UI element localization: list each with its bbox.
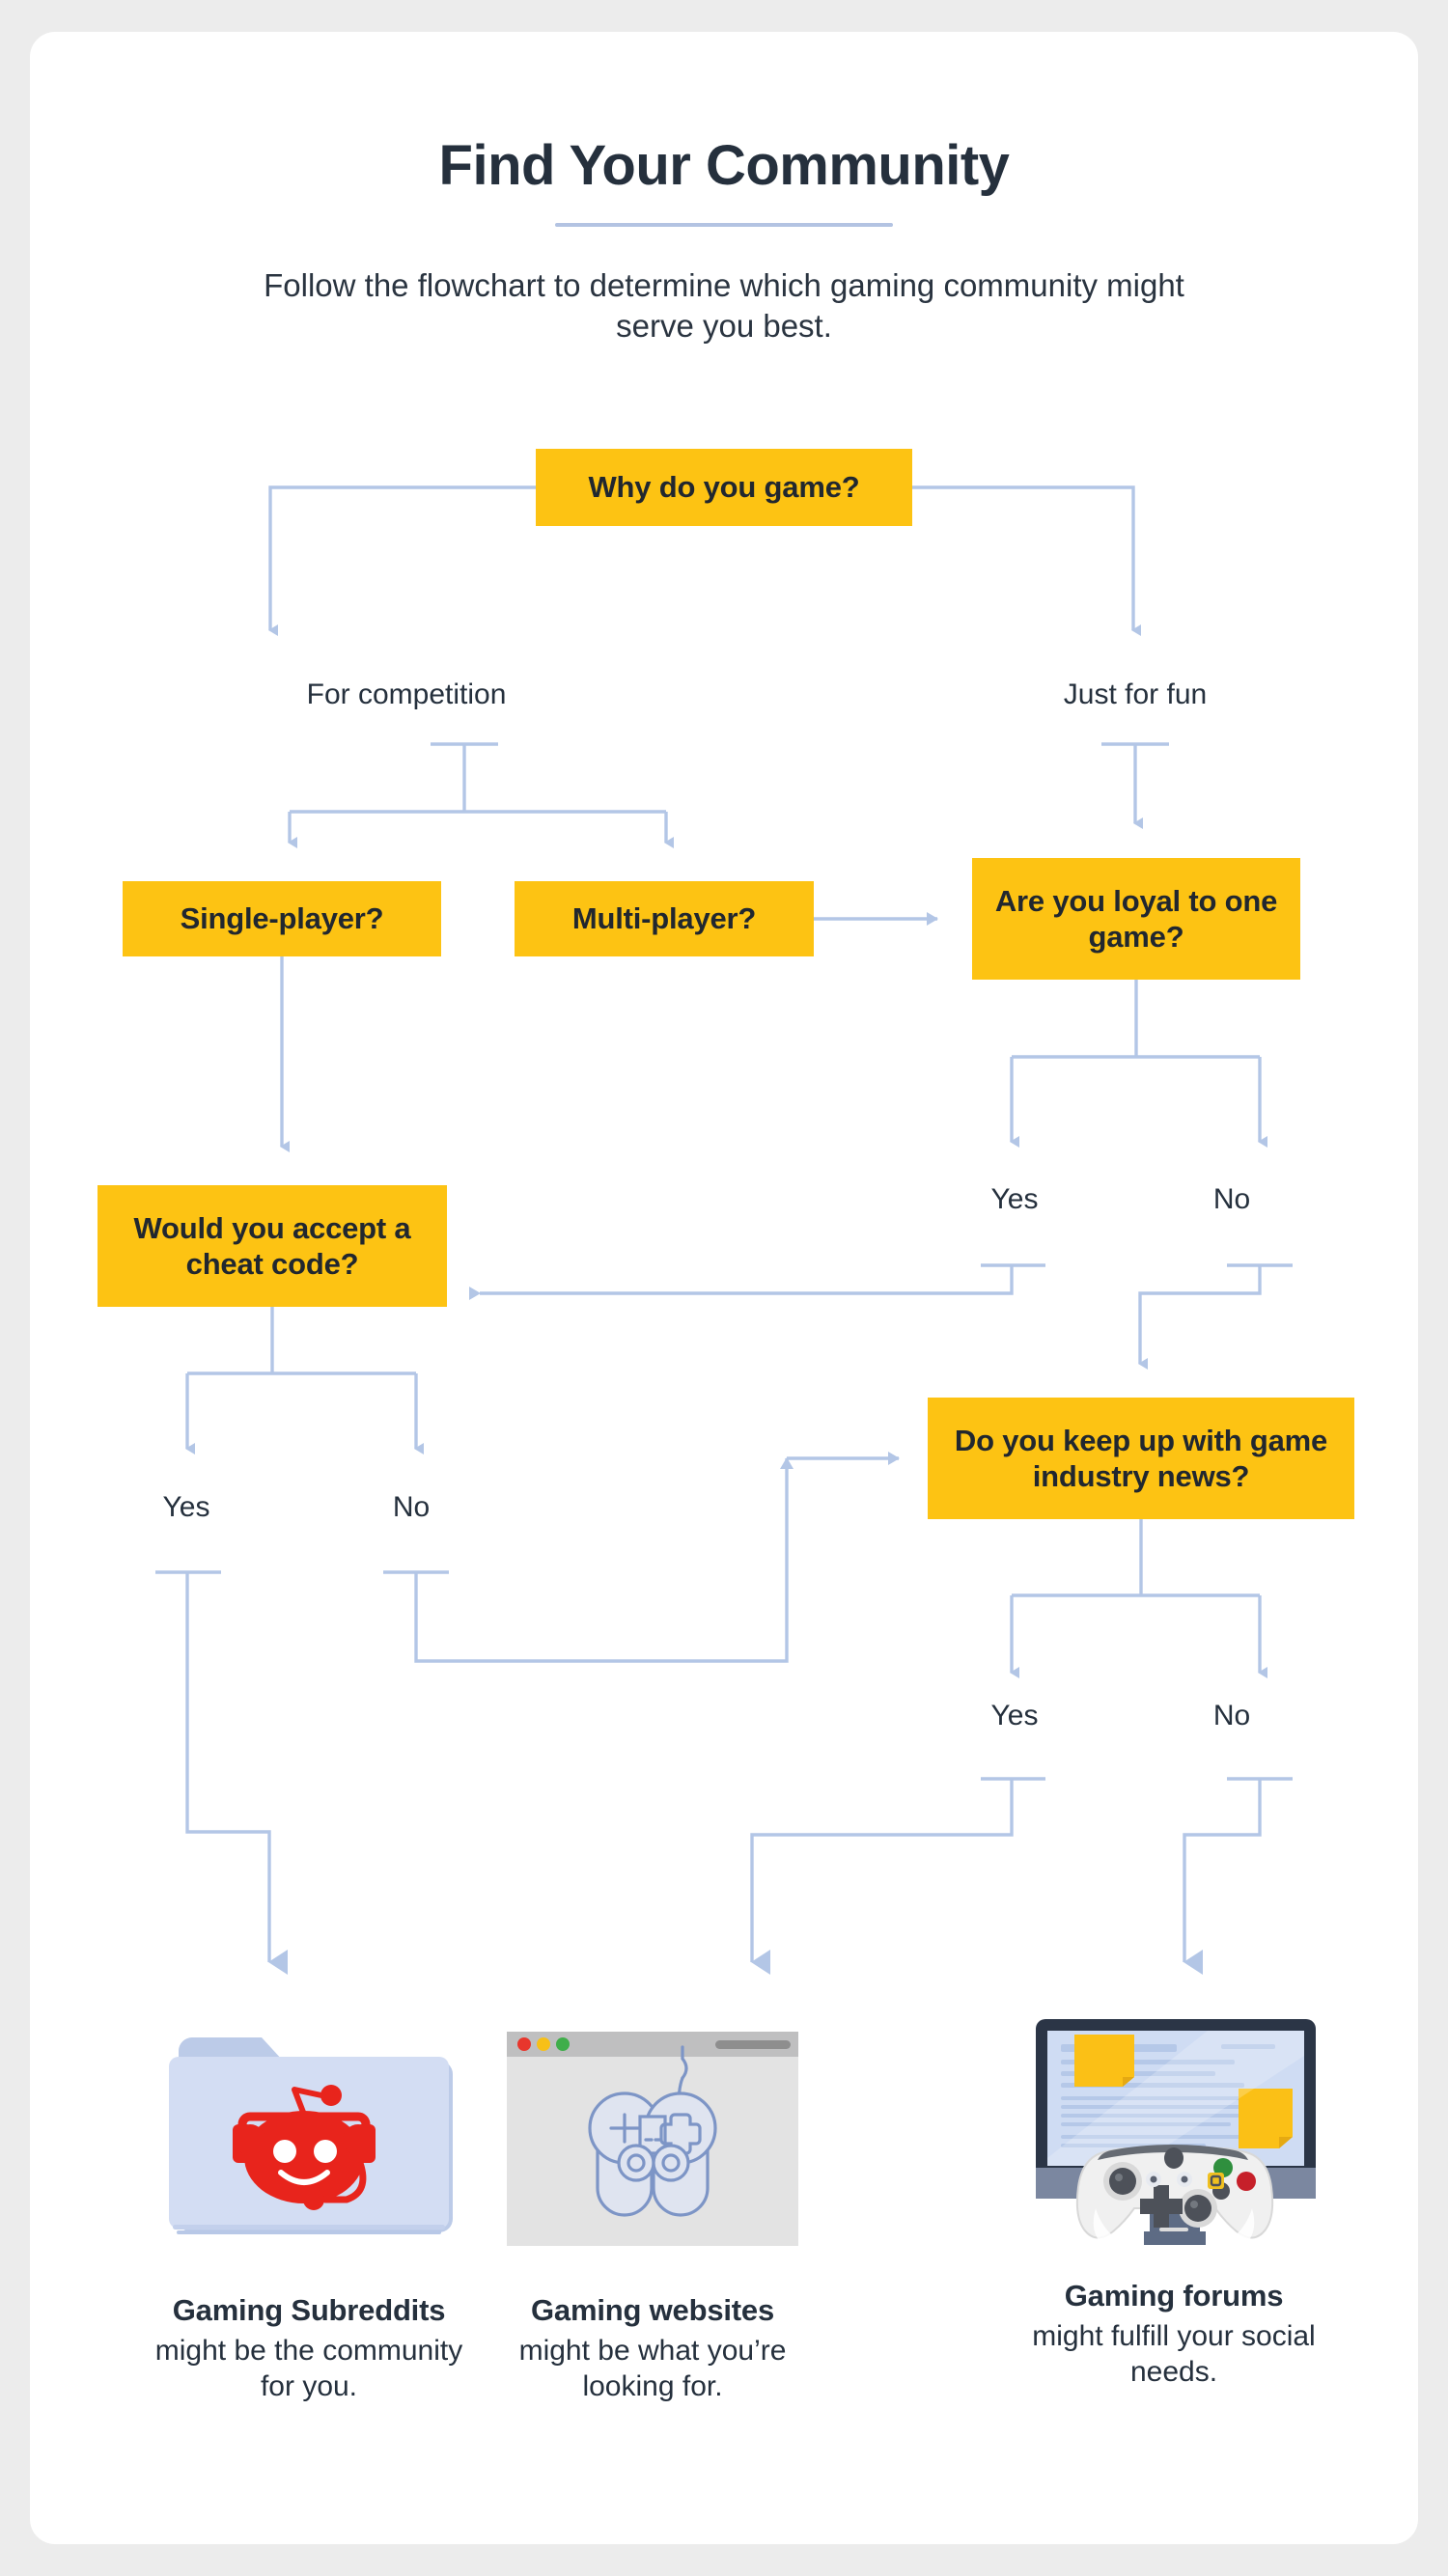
result-gaming-subreddits: Gaming Subreddits might be the community…	[150, 2006, 468, 2404]
edge-label-news-yes: Yes	[990, 1700, 1039, 1731]
edge-label-news-no: No	[1212, 1700, 1251, 1731]
browser-gamepad-icon	[507, 2032, 798, 2246]
result-subtitle: might be what you’re looking for.	[518, 2335, 787, 2402]
edge-label-loyal-no: No	[1212, 1183, 1251, 1215]
edge-why-right	[912, 485, 1141, 636]
result-title: Gaming Subreddits	[172, 2293, 446, 2327]
button-circle	[1237, 2172, 1256, 2191]
result-gaming-websites: Gaming websites might be what you’re loo…	[493, 2006, 812, 2404]
monitor-controller-art	[1015, 1991, 1333, 2261]
result-subtitle: might fulfill your social needs.	[1032, 2320, 1316, 2388]
result-title: Gaming websites	[531, 2293, 774, 2327]
result-title: Gaming forums	[1064, 2279, 1284, 2313]
edge-cheatno-to-news	[414, 1457, 794, 1663]
infographic-card: Find Your Community Follow the flowchart…	[30, 32, 1418, 2544]
button-square	[1208, 2173, 1224, 2189]
result-gaming-forums: Gaming forums might fulfill your social …	[1015, 1991, 1333, 2390]
edge-loyalyes-to-cheat	[469, 1265, 1014, 1300]
edge-label-cheat-yes: Yes	[162, 1491, 210, 1523]
window-url-bar	[715, 2040, 791, 2049]
edge-loyalno-to-news	[1138, 1265, 1262, 1370]
page-title: Find Your Community	[438, 134, 1010, 197]
infographic-page: Find Your Community Follow the flowchart…	[0, 0, 1448, 2576]
reddit-folder-icon	[169, 2037, 453, 2234]
edge-cheatyes-to-subreddits	[185, 1572, 288, 1975]
node-would-you-accept-a-cheat-code[interactable]: Would you accept a cheat code?	[97, 1185, 447, 1307]
result-subtitle: might be the community for you.	[154, 2335, 463, 2402]
node-single-player[interactable]: Single-player?	[123, 881, 441, 956]
edge-newsno-to-forums	[1183, 1779, 1262, 1975]
node-do-you-keep-up-with-game-industry-news[interactable]: Do you keep up with game industry news?	[928, 1398, 1354, 1519]
edge-newsyes-to-websites	[750, 1779, 1014, 1975]
page-subtitle: Follow the flowchart to determine which …	[264, 267, 1184, 345]
edge-label-for-competition: For competition	[306, 679, 507, 710]
title-underline-rule	[555, 223, 893, 227]
edge-label-cheat-no: No	[392, 1491, 431, 1523]
edge-label-just-for-fun: Just for fun	[1063, 679, 1208, 710]
browser-gamepad-art	[493, 2006, 812, 2276]
node-multi-player[interactable]: Multi-player?	[515, 881, 814, 956]
window-close-dot	[517, 2037, 531, 2051]
edge-why-left	[268, 485, 536, 636]
monitor-controller-icon	[1036, 2019, 1316, 2246]
reddit-folder-art	[150, 2006, 468, 2276]
node-why-do-you-game[interactable]: Why do you game?	[536, 449, 912, 526]
window-maximize-dot	[556, 2037, 570, 2051]
edge-label-loyal-yes: Yes	[990, 1183, 1039, 1215]
node-are-you-loyal-to-one-game[interactable]: Are you loyal to one game?	[972, 858, 1300, 980]
window-minimize-dot	[537, 2037, 550, 2051]
